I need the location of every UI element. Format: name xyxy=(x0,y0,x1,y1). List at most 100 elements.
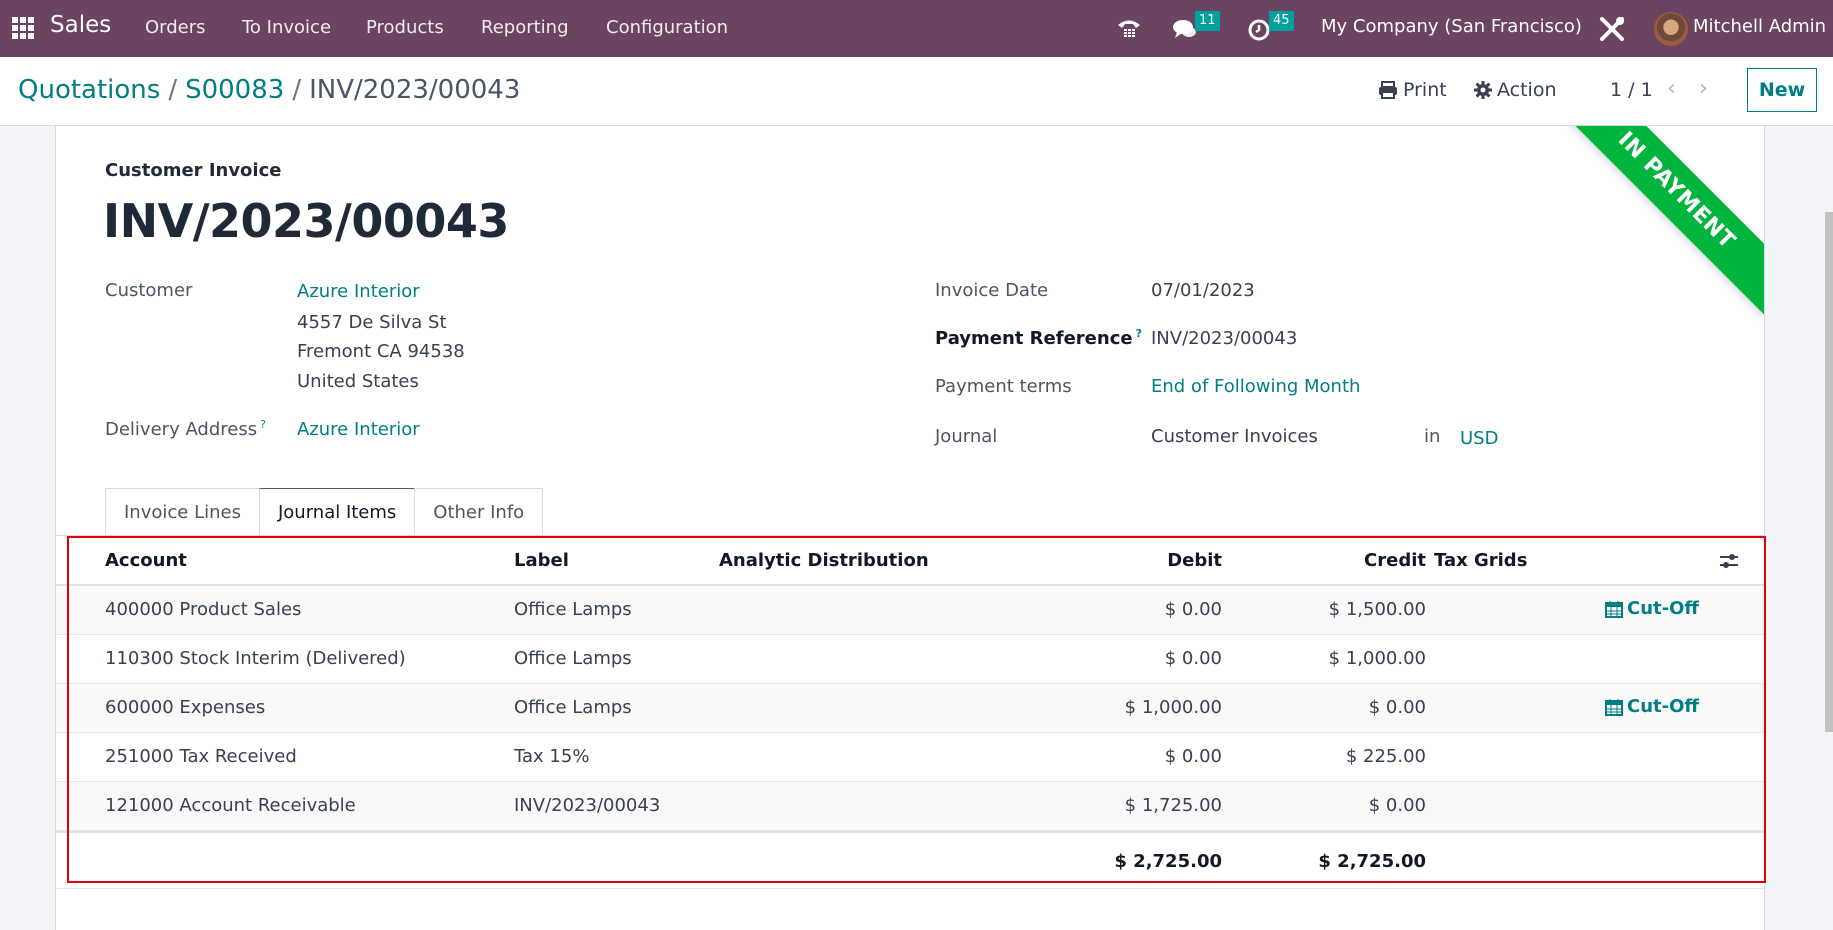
table-row[interactable]: 600000 Expenses Office Lamps $ 1,000.00 $ 0… xyxy=(56,684,1764,733)
cut-off-button[interactable]: Cut-Off xyxy=(1605,598,1699,619)
invoice-date-field[interactable]: 07/01/2023 xyxy=(1151,280,1255,301)
table-row[interactable]: 400000 Product Sales Office Lamps $ 0.00 $ … xyxy=(56,586,1764,635)
top-navbar: Sales Orders To Invoice Products Reporti… xyxy=(0,0,1833,57)
breadcrumb: Quotations / S00083/INV/2023/00043 xyxy=(18,75,520,105)
cut-off-label: Cut-Off xyxy=(1627,696,1699,717)
breadcrumb-quotations[interactable]: Quotations xyxy=(18,75,160,105)
column-analytic-distribution[interactable]: Analytic Distribution xyxy=(719,550,929,571)
cell-account: 400000 Product Sales xyxy=(105,599,302,620)
cut-off-label: Cut-Off xyxy=(1627,598,1699,619)
breadcrumb-current: INV/2023/00043 xyxy=(309,75,521,105)
in-label: in xyxy=(1424,426,1441,447)
calendar-icon xyxy=(1605,698,1623,716)
action-label: Action xyxy=(1497,79,1557,101)
customer-label: Customer xyxy=(105,280,193,301)
menu-configuration[interactable]: Configuration xyxy=(606,17,728,38)
new-button[interactable]: New xyxy=(1747,68,1817,112)
calendar-icon xyxy=(1605,600,1623,618)
page-scrollbar-thumb[interactable] xyxy=(1825,212,1833,732)
messages-badge: 11 xyxy=(1195,11,1220,31)
app-name[interactable]: Sales xyxy=(50,12,111,38)
help-tooltip-icon[interactable]: ? xyxy=(260,418,266,431)
cell-credit: $ 225.00 xyxy=(1345,746,1426,767)
menu-orders[interactable]: Orders xyxy=(145,17,206,38)
cell-debit: $ 0.00 xyxy=(1164,648,1222,669)
delivery-address-label: Delivery Address? xyxy=(105,418,266,440)
cell-label: Tax 15% xyxy=(514,746,590,767)
payment-terms-label: Payment terms xyxy=(935,376,1072,397)
user-menu[interactable]: Mitchell Admin xyxy=(1693,16,1826,37)
total-debit: $ 2,725.00 xyxy=(1114,851,1222,872)
company-switcher[interactable]: My Company (San Francisco) xyxy=(1321,16,1582,37)
tab-invoice-lines[interactable]: Invoice Lines xyxy=(105,488,260,536)
notebook-tabs: Invoice Lines Journal Items Other Info xyxy=(105,488,544,536)
tab-journal-items[interactable]: Journal Items xyxy=(258,488,416,536)
debug-tools-icon[interactable] xyxy=(1598,0,1626,57)
payment-terms-link[interactable]: End of Following Month xyxy=(1151,376,1360,397)
printer-icon xyxy=(1379,81,1397,99)
cell-debit: $ 0.00 xyxy=(1164,746,1222,767)
cell-account: 600000 Expenses xyxy=(105,697,266,718)
tab-other-info[interactable]: Other Info xyxy=(414,488,544,536)
cell-credit: $ 1,500.00 xyxy=(1328,599,1426,620)
breadcrumb-order[interactable]: S00083 xyxy=(185,75,284,105)
journal-field[interactable]: Customer Invoices xyxy=(1151,426,1318,447)
cut-off-button[interactable]: Cut-Off xyxy=(1605,696,1699,717)
pager-previous-icon[interactable]: ‹ xyxy=(1667,76,1676,101)
cell-account: 121000 Account Receivable xyxy=(105,795,356,816)
column-label[interactable]: Label xyxy=(514,550,569,571)
journal-items-table: Account Label Analytic Distribution Debi… xyxy=(56,536,1764,889)
table-row[interactable]: 121000 Account Receivable INV/2023/00043 $… xyxy=(56,782,1764,831)
user-avatar[interactable] xyxy=(1654,12,1688,46)
print-button[interactable]: Print xyxy=(1378,79,1447,101)
column-account[interactable]: Account xyxy=(105,550,187,571)
customer-link[interactable]: Azure Interior xyxy=(297,281,420,302)
cell-label: INV/2023/00043 xyxy=(514,795,661,816)
activities-clock-icon[interactable] xyxy=(1247,0,1271,57)
cell-debit: $ 1,725.00 xyxy=(1124,795,1222,816)
menu-products[interactable]: Products xyxy=(366,17,444,38)
invoice-date-label: Invoice Date xyxy=(935,280,1049,301)
breadcrumb-separator: / xyxy=(168,75,178,105)
column-debit[interactable]: Debit xyxy=(1167,550,1222,571)
customer-address-line: United States xyxy=(297,371,419,392)
form-sheet: IN PAYMENT Customer Invoice INV/2023/000… xyxy=(55,126,1765,930)
payment-reference-field[interactable]: INV/2023/00043 xyxy=(1151,328,1297,349)
column-tax-grids[interactable]: Tax Grids xyxy=(1434,550,1527,571)
table-header: Account Label Analytic Distribution Debi… xyxy=(56,536,1764,586)
cell-debit: $ 0.00 xyxy=(1164,599,1222,620)
cell-label: Office Lamps xyxy=(514,648,632,669)
control-panel: Quotations / S00083/INV/2023/00043 Print A… xyxy=(0,57,1833,126)
customer-address-line: 4557 De Silva St xyxy=(297,312,447,333)
cell-credit: $ 0.00 xyxy=(1368,795,1426,816)
currency-link[interactable]: USD xyxy=(1460,428,1498,449)
column-credit[interactable]: Credit xyxy=(1364,550,1426,571)
cell-credit: $ 1,000.00 xyxy=(1328,648,1426,669)
total-credit: $ 2,725.00 xyxy=(1318,851,1426,872)
customer-address-line: Fremont CA 94538 xyxy=(297,341,465,362)
table-row[interactable]: 251000 Tax Received Tax 15% $ 0.00 $ 225.00 xyxy=(56,733,1764,782)
cell-account: 251000 Tax Received xyxy=(105,746,297,767)
document-type: Customer Invoice xyxy=(105,160,282,181)
help-tooltip-icon[interactable]: ? xyxy=(1136,327,1142,340)
menu-reporting[interactable]: Reporting xyxy=(481,17,569,38)
delivery-address-link[interactable]: Azure Interior xyxy=(297,419,420,440)
gear-icon xyxy=(1474,81,1492,99)
phone-icon[interactable] xyxy=(1116,0,1142,57)
menu-to-invoice[interactable]: To Invoice xyxy=(242,17,331,38)
table-row[interactable]: 110300 Stock Interim (Delivered) Office L… xyxy=(56,635,1764,684)
cell-credit: $ 0.00 xyxy=(1368,697,1426,718)
journal-label: Journal xyxy=(935,426,998,447)
pager-next-icon[interactable]: › xyxy=(1699,76,1708,101)
invoice-number-title: INV/2023/00043 xyxy=(103,194,509,248)
payment-reference-label: Payment Reference? xyxy=(935,327,1142,349)
cell-label: Office Lamps xyxy=(514,697,632,718)
breadcrumb-separator: / xyxy=(292,75,302,105)
action-button[interactable]: Action xyxy=(1474,79,1557,101)
apps-menu-icon[interactable] xyxy=(12,17,34,39)
cell-account: 110300 Stock Interim (Delivered) xyxy=(105,648,406,669)
pager-value[interactable]: 1 / 1 xyxy=(1610,79,1653,101)
cell-label: Office Lamps xyxy=(514,599,632,620)
optional-columns-toggle-icon[interactable] xyxy=(1719,552,1739,575)
table-footer-totals: $ 2,725.00 $ 2,725.00 xyxy=(56,831,1764,889)
